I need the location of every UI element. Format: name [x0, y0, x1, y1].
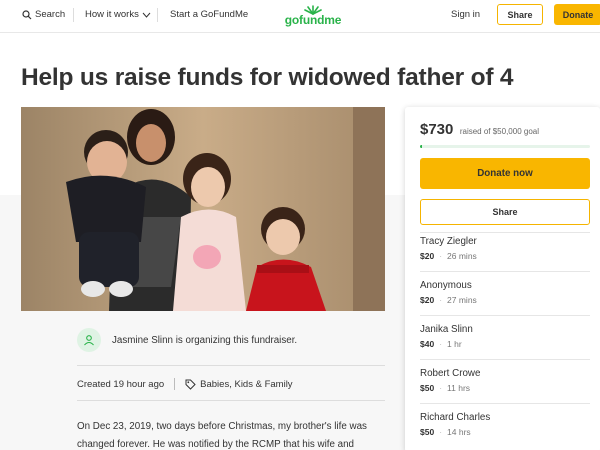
- donor-name: Janika Slinn: [420, 324, 473, 335]
- top-nav: Search How it works Start a GoFundMe gof…: [0, 0, 600, 33]
- donation-card: $730 raised of $50,000 goal Donate now S…: [405, 107, 600, 450]
- progress-bar: [420, 145, 590, 148]
- organizer-text: Jasmine Slinn is organizing this fundrai…: [112, 334, 298, 346]
- donor-item: Robert Crowe $50 · 11 hrs: [420, 368, 590, 393]
- page-title: Help us raise funds for widowed father o…: [21, 64, 514, 91]
- donor-amount: $20: [420, 251, 435, 261]
- logo-text: gofundme: [284, 13, 342, 27]
- person-icon: [77, 328, 101, 352]
- donor-time: 14 hrs: [447, 427, 471, 437]
- donor-divider: [420, 232, 590, 233]
- donor-item: Richard Charles $50 · 14 hrs: [420, 412, 590, 437]
- header-donate-button[interactable]: Donate: [554, 4, 600, 25]
- donor-time: 11 hrs: [447, 383, 471, 393]
- donate-now-button[interactable]: Donate now: [420, 158, 590, 189]
- nav-divider: [73, 8, 74, 22]
- search-label: Search: [35, 9, 66, 20]
- raised-amount: $730: [420, 121, 454, 138]
- start-gofundme-link[interactable]: Start a GoFundMe: [170, 9, 248, 20]
- donor-amount: $40: [420, 339, 435, 349]
- progress-fill: [420, 145, 423, 148]
- donor-time: 26 mins: [447, 251, 477, 261]
- divider: [77, 400, 385, 401]
- donor-name: Richard Charles: [420, 412, 491, 423]
- category-link[interactable]: Babies, Kids & Family: [200, 379, 292, 390]
- share-button[interactable]: Share: [420, 199, 590, 225]
- gofundme-logo[interactable]: gofundme: [278, 5, 348, 27]
- donor-divider: [420, 403, 590, 404]
- organizer-row: Jasmine Slinn is organizing this fundrai…: [77, 326, 385, 354]
- donor-name: Tracy Ziegler: [420, 236, 477, 247]
- how-it-works-label: How it works: [85, 9, 139, 20]
- search-icon: [22, 9, 32, 19]
- donor-item: Tracy Ziegler $20 · 26 mins: [420, 236, 590, 261]
- divider: [77, 365, 385, 366]
- search-link[interactable]: Search: [22, 9, 65, 20]
- how-it-works-menu[interactable]: How it works: [85, 9, 151, 20]
- campaign-photo[interactable]: [21, 107, 385, 311]
- donor-name: Robert Crowe: [420, 368, 481, 379]
- sign-in-link[interactable]: Sign in: [451, 9, 480, 20]
- donor-amount: $20: [420, 295, 435, 305]
- donor-amount: $50: [420, 427, 435, 437]
- nav-divider: [157, 8, 158, 22]
- story-text: On Dec 23, 2019, two days before Christm…: [77, 421, 367, 450]
- donor-item: Anonymous $20 · 27 mins: [420, 280, 590, 305]
- meta-divider: [174, 378, 176, 390]
- donor-divider: [420, 271, 590, 272]
- donor-time: 1 hr: [447, 339, 462, 349]
- donor-divider: [420, 315, 590, 316]
- donor-name: Anonymous: [420, 280, 472, 291]
- campaign-photo-image: [21, 107, 385, 311]
- created-time: Created 19 hour ago: [77, 378, 165, 390]
- goal-text: raised of $50,000 goal: [459, 127, 539, 136]
- raised-summary: $730 raised of $50,000 goal: [420, 121, 539, 139]
- donor-item: Janika Slinn $40 · 1 hr: [420, 324, 590, 349]
- donor-amount: $50: [420, 383, 435, 393]
- tag-icon: [185, 379, 196, 390]
- campaign-meta: Created 19 hour ago Babies, Kids & Famil…: [77, 378, 293, 390]
- chevron-down-icon: [142, 12, 151, 18]
- header-share-button[interactable]: Share: [497, 4, 543, 25]
- donor-time: 27 mins: [447, 295, 477, 305]
- donor-divider: [420, 359, 590, 360]
